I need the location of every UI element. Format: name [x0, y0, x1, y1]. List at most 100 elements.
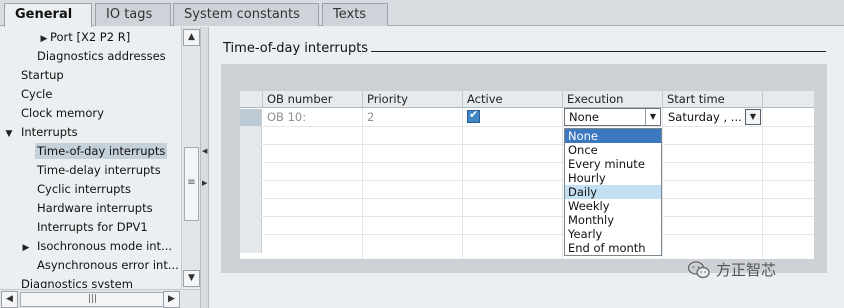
row-header[interactable]	[240, 217, 262, 235]
properties-window: General IO tags System constants Texts ▶…	[0, 0, 844, 308]
row-header[interactable]	[240, 109, 262, 127]
tree-item-label: Time-delay interrupts	[37, 163, 161, 177]
panel-splitter[interactable]: ◀ ▶	[200, 27, 209, 308]
tree-item-cycle[interactable]: Cycle	[21, 85, 52, 104]
grid-line	[240, 162, 814, 163]
tree-item-label: Hardware interrupts	[37, 201, 153, 215]
column-header-priority[interactable]: Priority	[363, 91, 463, 108]
execution-option-weekly[interactable]: Weekly	[565, 199, 661, 213]
priority-cell: 2	[367, 110, 375, 124]
wechat-icon	[688, 261, 710, 279]
tree-item-label: Time-of-day interrupts	[35, 143, 168, 159]
horizontal-scroll-thumb[interactable]: |||	[20, 292, 165, 307]
row-header-corner	[240, 91, 263, 108]
tree-item-hardware-interrupts[interactable]: Hardware interrupts	[37, 199, 153, 218]
navigation-tree: ▶ Port [X2 P2 R] Diagnostics addresses St…	[0, 27, 181, 288]
grid-line	[562, 108, 563, 259]
tree-item-asynchronous-error[interactable]: Asynchronous error int...	[37, 256, 179, 275]
tree-item-label: Interrupts for DPV1	[37, 220, 148, 234]
column-header-execution[interactable]: Execution	[563, 91, 663, 108]
tab-io-tags[interactable]: IO tags	[95, 3, 171, 26]
execution-option-none[interactable]: None	[565, 129, 661, 143]
row-header[interactable]	[240, 145, 262, 163]
tree-item-label: Diagnostics system	[21, 277, 133, 288]
column-header-empty	[763, 91, 814, 108]
execution-option-every-minute[interactable]: Every minute	[565, 157, 661, 171]
tree-item-cyclic-interrupts[interactable]: Cyclic interrupts	[37, 180, 131, 199]
ob-number-cell: OB 10:	[267, 110, 307, 124]
grid-line	[362, 108, 363, 259]
column-header-start-time[interactable]: Start time	[663, 91, 763, 108]
row-header[interactable]	[240, 181, 262, 199]
scroll-right-icon[interactable]: ▶	[163, 291, 180, 308]
execution-option-hourly[interactable]: Hourly	[565, 171, 661, 185]
grid-line	[662, 108, 663, 259]
tree-item-label: Cyclic interrupts	[37, 182, 131, 196]
tab-system-constants[interactable]: System constants	[173, 3, 319, 26]
grid-line	[762, 108, 763, 259]
execution-option-yearly[interactable]: Yearly	[565, 227, 661, 241]
row-header[interactable]	[240, 163, 262, 181]
grid-line	[462, 108, 463, 259]
tree-vertical-scrollbar[interactable]: ▲ ≡ ▼	[181, 27, 200, 288]
tree-item-time-of-day-interrupts[interactable]: Time-of-day interrupts	[35, 142, 168, 161]
tree-item-startup[interactable]: Startup	[21, 66, 64, 85]
grid-line	[240, 234, 814, 235]
tree-item-label: Startup	[21, 68, 64, 82]
section-divider	[371, 51, 826, 52]
chevron-down-icon[interactable]: ▼	[645, 109, 660, 125]
tree-item-port[interactable]: ▶ Port [X2 P2 R]	[38, 28, 131, 47]
column-header-ob-number[interactable]: OB number	[263, 91, 363, 108]
tab-general[interactable]: General	[4, 3, 92, 27]
execution-value: None	[569, 110, 600, 124]
expand-arrow-icon[interactable]: ▶	[20, 239, 32, 258]
tab-general-label: General	[15, 7, 73, 22]
execution-option-monthly[interactable]: Monthly	[565, 213, 661, 227]
start-time-cell[interactable]: Saturday , ...	[668, 108, 742, 126]
chevron-down-icon: ▼	[749, 112, 757, 121]
tree-horizontal-scrollbar[interactable]: ◀ ||| ▶	[0, 289, 200, 308]
tree-item-interrupts-for-dpv1[interactable]: Interrupts for DPV1	[37, 218, 148, 237]
scroll-left-icon[interactable]: ◀	[1, 291, 18, 308]
tree-item-time-delay-interrupts[interactable]: Time-delay interrupts	[37, 161, 161, 180]
tree-item-diagnostics-system[interactable]: Diagnostics system	[21, 275, 133, 288]
grid-line	[240, 198, 814, 199]
start-time-dropdown-button[interactable]: ▼	[745, 109, 761, 125]
tree-item-interrupts[interactable]: ▼ Interrupts	[3, 123, 78, 142]
scroll-up-icon[interactable]: ▲	[183, 29, 200, 46]
active-checkbox[interactable]	[467, 108, 480, 123]
row-header[interactable]	[240, 199, 262, 217]
section-title: Time-of-day interrupts	[223, 41, 369, 56]
tree-item-label: Interrupts	[21, 125, 78, 139]
column-header-active[interactable]: Active	[463, 91, 563, 108]
execution-dropdown-list[interactable]: None Once Every minute Hourly Daily Week…	[564, 128, 662, 256]
interrupt-table: OB number Priority Active Execution Star…	[240, 91, 814, 259]
execution-combobox[interactable]: None ▼	[564, 108, 661, 126]
execution-option-daily[interactable]: Daily	[565, 185, 661, 199]
collapse-arrow-icon[interactable]: ▼	[3, 125, 15, 144]
tree-item-clock-memory[interactable]: Clock memory	[21, 104, 104, 123]
tree-item-label: Diagnostics addresses	[37, 49, 166, 63]
tree-item-label: Asynchronous error int...	[37, 258, 179, 272]
grid-line	[240, 144, 814, 145]
tree-item-label: Port [X2 P2 R]	[50, 30, 131, 44]
tree-item-label: Isochronous mode int...	[37, 239, 173, 253]
expand-right-icon[interactable]: ▶	[202, 179, 207, 187]
row-header[interactable]	[240, 235, 262, 253]
tab-texts-label: Texts	[333, 7, 367, 22]
tab-texts[interactable]: Texts	[322, 3, 388, 26]
execution-option-once[interactable]: Once	[565, 143, 661, 157]
scroll-thumb[interactable]: ≡	[184, 147, 199, 221]
tree-item-label: Clock memory	[21, 106, 104, 120]
tree-item-isochronous-mode[interactable]: ▶ Isochronous mode int...	[20, 237, 173, 258]
tree-item-label: Cycle	[21, 87, 53, 101]
collapse-left-icon[interactable]: ◀	[202, 147, 207, 155]
grid-line	[240, 216, 814, 217]
scroll-down-icon[interactable]: ▼	[183, 270, 200, 287]
tree-item-diagnostics-addresses[interactable]: Diagnostics addresses	[37, 47, 166, 66]
grid-line	[240, 180, 814, 181]
tab-system-constants-label: System constants	[184, 7, 300, 22]
watermark: 方正智芯	[688, 259, 776, 281]
execution-option-end-of-month[interactable]: End of month	[565, 241, 661, 255]
row-header[interactable]	[240, 127, 262, 145]
